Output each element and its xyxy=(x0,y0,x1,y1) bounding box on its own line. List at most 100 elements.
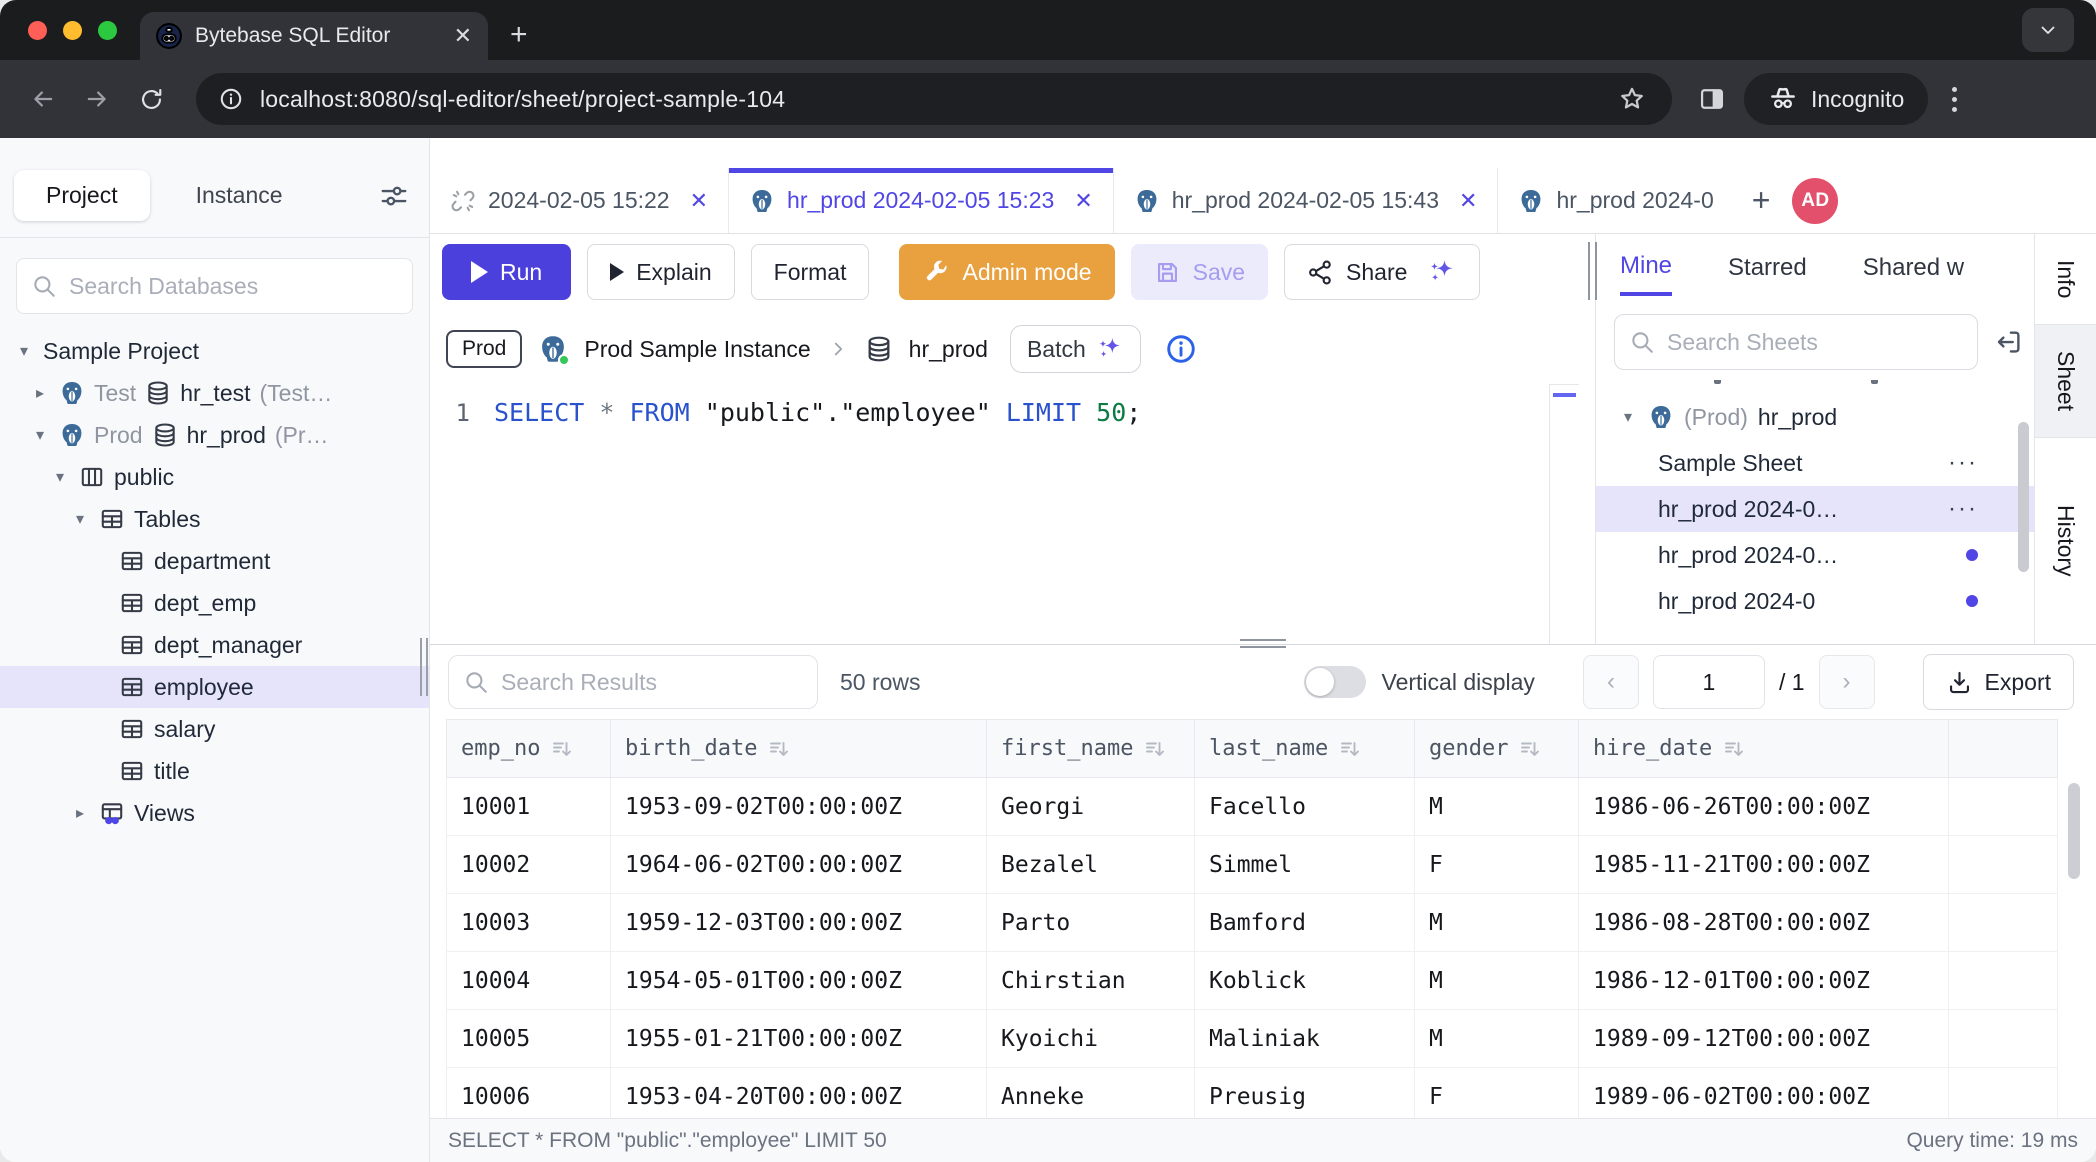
table-cell[interactable]: Simmel xyxy=(1195,836,1415,894)
table-cell[interactable]: M xyxy=(1415,894,1579,952)
explain-button[interactable]: Explain xyxy=(587,244,734,300)
table-cell[interactable]: 1989-09-12T00:00:00Z xyxy=(1579,1010,1949,1068)
table-cell[interactable]: 10004 xyxy=(447,952,611,1010)
panel-resize-handle[interactable] xyxy=(1588,242,1597,300)
table-cell[interactable]: 10006 xyxy=(447,1068,611,1119)
browser-tab[interactable]: Bytebase SQL Editor ✕ xyxy=(140,12,488,60)
save-button[interactable]: Save xyxy=(1131,244,1268,300)
editor-tab-3[interactable]: hr_prod 2024-02-05 15:43 ✕ xyxy=(1114,168,1499,233)
table-cell[interactable]: 1959-12-03T00:00:00Z xyxy=(611,894,987,952)
tree-item-hr-test[interactable]: ▸ Test hr_test (Test… xyxy=(0,372,429,414)
table-cell[interactable]: M xyxy=(1415,952,1579,1010)
admin-mode-button[interactable]: Admin mode xyxy=(899,244,1114,300)
sheet-item-selected[interactable]: hr_prod 2024-0… ··· xyxy=(1596,486,2034,532)
tab-info[interactable]: Info xyxy=(2035,234,2096,325)
table-cell[interactable]: Facello xyxy=(1195,778,1415,836)
database-search-input[interactable] xyxy=(69,273,398,300)
sheet-item-unsaved-1[interactable]: hr_prod 2024-0… xyxy=(1596,532,2034,578)
close-window-button[interactable] xyxy=(28,21,47,40)
results-search-input[interactable] xyxy=(501,669,803,696)
table-cell[interactable]: Bezalel xyxy=(987,836,1195,894)
page-input[interactable] xyxy=(1653,655,1765,709)
import-sheet-icon[interactable] xyxy=(1994,327,2024,357)
sort-icon[interactable] xyxy=(550,737,574,761)
sheet-list-scrollbar[interactable] xyxy=(2018,422,2029,572)
database-search[interactable] xyxy=(16,258,413,314)
column-header-birth_date[interactable]: birth_date xyxy=(611,720,987,778)
results-resize-handle[interactable] xyxy=(1240,639,1286,648)
site-info-icon[interactable] xyxy=(218,86,244,112)
chevron-down-icon[interactable]: ▾ xyxy=(1618,407,1638,427)
database-name[interactable]: hr_prod xyxy=(909,336,988,363)
tree-item-table-employee[interactable]: employee xyxy=(0,666,429,708)
chevron-down-icon[interactable]: ▾ xyxy=(50,467,70,487)
sql-editor[interactable]: 1 SELECT * FROM "public"."employee" LIMI… xyxy=(430,388,1595,644)
table-cell[interactable]: 1986-06-26T00:00:00Z xyxy=(1579,778,1949,836)
chevron-right-icon[interactable]: ▸ xyxy=(70,803,90,823)
editor-minimap[interactable] xyxy=(1549,384,1579,644)
maximize-window-button[interactable] xyxy=(98,21,117,40)
table-cell[interactable]: Anneke xyxy=(987,1068,1195,1119)
sort-icon[interactable] xyxy=(1722,737,1746,761)
table-cell[interactable]: 1985-11-21T00:00:00Z xyxy=(1579,836,1949,894)
reload-button[interactable] xyxy=(128,76,174,122)
address-bar[interactable]: localhost:8080/sql-editor/sheet/project-… xyxy=(196,73,1672,125)
chevron-down-icon[interactable]: ▾ xyxy=(70,509,90,529)
results-search[interactable] xyxy=(448,655,818,709)
chevron-down-icon[interactable]: ▾ xyxy=(14,341,34,361)
sort-icon[interactable] xyxy=(1338,737,1362,761)
sheet-group-hr-prod[interactable]: ▾ (Prod) hr_prod xyxy=(1596,394,2034,440)
sheet-item-unsaved-2[interactable]: hr_prod 2024-0 xyxy=(1596,578,2034,624)
tree-item-tables[interactable]: ▾ Tables xyxy=(0,498,429,540)
sheet-search[interactable] xyxy=(1614,314,1978,370)
table-cell[interactable]: F xyxy=(1415,1068,1579,1119)
sheet-search-input[interactable] xyxy=(1667,329,1963,356)
column-header-hire_date[interactable]: hire_date xyxy=(1579,720,1949,778)
tree-item-table-department[interactable]: department xyxy=(0,540,429,582)
tree-item-hr-prod[interactable]: ▾ Prod hr_prod (Pr… xyxy=(0,414,429,456)
batch-button[interactable]: Batch xyxy=(1010,325,1141,373)
run-button[interactable]: Run xyxy=(442,244,571,300)
table-cell[interactable]: M xyxy=(1415,778,1579,836)
sort-icon[interactable] xyxy=(767,737,791,761)
table-cell[interactable]: Kyoichi xyxy=(987,1010,1195,1068)
table-cell[interactable]: F xyxy=(1415,836,1579,894)
column-header-gender[interactable]: gender xyxy=(1415,720,1579,778)
info-icon[interactable] xyxy=(1165,333,1197,365)
tab-shared[interactable]: Shared w xyxy=(1863,254,1964,294)
table-cell[interactable]: 1953-04-20T00:00:00Z xyxy=(611,1068,987,1119)
forward-button[interactable] xyxy=(74,76,120,122)
tree-item-schema-public[interactable]: ▾ public xyxy=(0,456,429,498)
ai-sparkles-icon[interactable] xyxy=(1427,257,1457,287)
column-header-last_name[interactable]: last_name xyxy=(1195,720,1415,778)
chevron-down-icon[interactable]: ▾ xyxy=(30,425,50,445)
table-cell[interactable]: Chirstian xyxy=(987,952,1195,1010)
next-page-button[interactable]: › xyxy=(1819,655,1875,709)
tree-item-project[interactable]: ▾ Sample Project xyxy=(0,330,429,372)
tab-sheet[interactable]: Sheet xyxy=(2035,325,2096,438)
side-panel-icon[interactable] xyxy=(1698,85,1726,113)
user-avatar[interactable]: AD xyxy=(1792,178,1838,224)
table-cell[interactable]: Koblick xyxy=(1195,952,1415,1010)
table-cell[interactable]: 10002 xyxy=(447,836,611,894)
sheet-menu-icon[interactable]: ··· xyxy=(1948,449,1978,477)
tab-search-button[interactable] xyxy=(2022,8,2074,52)
column-header-emp_no[interactable]: emp_no xyxy=(447,720,611,778)
vertical-display-toggle[interactable] xyxy=(1304,666,1366,698)
tree-item-table-dept-emp[interactable]: dept_emp xyxy=(0,582,429,624)
format-button[interactable]: Format xyxy=(751,244,870,300)
close-tab-icon[interactable]: ✕ xyxy=(1459,188,1477,214)
back-button[interactable] xyxy=(20,76,66,122)
table-cell[interactable]: Preusig xyxy=(1195,1068,1415,1119)
tree-item-table-dept-manager[interactable]: dept_manager xyxy=(0,624,429,666)
table-cell[interactable]: 10001 xyxy=(447,778,611,836)
chevron-right-icon[interactable]: ▸ xyxy=(30,383,50,403)
new-sheet-tab-button[interactable]: + xyxy=(1734,168,1789,233)
table-cell[interactable]: Parto xyxy=(987,894,1195,952)
tree-item-table-salary[interactable]: salary xyxy=(0,708,429,750)
table-cell[interactable]: 1953-09-02T00:00:00Z xyxy=(611,778,987,836)
export-button[interactable]: Export xyxy=(1923,654,2074,710)
table-cell[interactable]: Bamford xyxy=(1195,894,1415,952)
table-cell[interactable]: M xyxy=(1415,1010,1579,1068)
close-tab-icon[interactable]: ✕ xyxy=(1074,188,1092,214)
